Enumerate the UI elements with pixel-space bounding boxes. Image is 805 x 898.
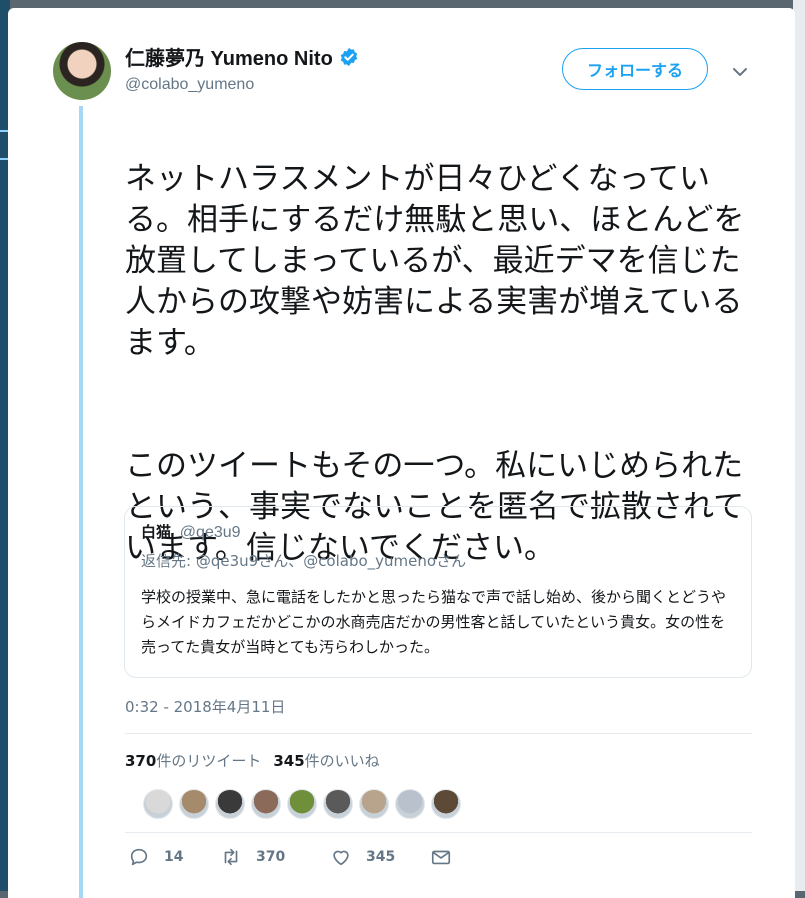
retweet-stat[interactable]: 370件のリツイート — [125, 750, 261, 771]
chevron-down-icon[interactable] — [730, 62, 750, 82]
retweet-count: 370 — [256, 849, 286, 865]
follow-button[interactable]: フォローする — [562, 48, 708, 90]
heart-icon — [333, 850, 349, 866]
liker-avatar[interactable] — [323, 789, 353, 819]
retweet-icon — [224, 848, 238, 866]
liker-avatar[interactable] — [287, 789, 317, 819]
tweet-card: 仁藤夢乃 Yumeno Nito @colabo_yumeno フォローする ネ… — [8, 8, 795, 898]
quoted-tweet[interactable]: 白猫 @qe3u9 返信先: @qe3u9さん、@colabo_yumenoさん… — [124, 506, 752, 678]
reply-button[interactable]: 14 — [128, 846, 220, 868]
author-avatar[interactable] — [53, 42, 111, 100]
like-button[interactable]: 345 — [330, 846, 430, 868]
liker-avatar[interactable] — [395, 789, 425, 819]
liker-avatar[interactable] — [251, 789, 281, 819]
quoted-tweet-text: 学校の授業中、急に電話をしたかと思ったら猫なで声で話し始め、後から聞くとどうやら… — [141, 588, 727, 656]
like-stat-label: 件のいいね — [304, 752, 380, 770]
reply-count: 14 — [164, 849, 184, 865]
quoted-author-name: 白猫 — [141, 523, 172, 541]
retweet-stat-count: 370 — [125, 752, 157, 770]
quoted-reply-to: 返信先: @qe3u9さん、@colabo_yumenoさん — [141, 550, 735, 571]
liker-avatar[interactable] — [359, 789, 389, 819]
quoted-tweet-header: 白猫 @qe3u9 — [141, 521, 735, 542]
thread-line — [79, 106, 83, 898]
liker-avatar[interactable] — [179, 789, 209, 819]
quoted-author-handle: @qe3u9 — [179, 524, 241, 541]
tweet-paragraph: ネットハラスメントが日々ひどくなっている。相手にするだけ無駄と思い、ほとんどを放… — [125, 161, 745, 361]
like-stat-count: 345 — [273, 752, 305, 770]
retweet-button[interactable]: 370 — [220, 846, 330, 868]
author-name-row[interactable]: 仁藤夢乃 Yumeno Nito — [125, 42, 359, 71]
author-handle[interactable]: @colabo_yumeno — [125, 76, 254, 94]
divider — [125, 733, 752, 734]
divider — [125, 832, 752, 833]
reply-to-targets: @qe3u9さん、@colabo_yumenoさん — [195, 552, 467, 570]
reply-icon — [130, 848, 148, 866]
tweet-actions: 14 370 345 — [128, 846, 466, 868]
liker-avatar[interactable] — [215, 789, 245, 819]
direct-message-button[interactable] — [430, 846, 466, 868]
tweet-stats: 370件のリツイート 345件のいいね — [125, 750, 380, 771]
liker-avatar[interactable] — [431, 789, 461, 819]
like-stat[interactable]: 345件のいいね — [273, 750, 379, 771]
verified-badge-icon — [340, 47, 358, 66]
reply-to-label: 返信先: — [141, 552, 192, 570]
tweet-timestamp[interactable]: 0:32 - 2018年4月11日 — [125, 696, 285, 717]
liker-avatars — [143, 789, 461, 819]
like-count: 345 — [366, 849, 396, 865]
liker-avatar[interactable] — [143, 789, 173, 819]
retweet-stat-label: 件のリツイート — [156, 752, 262, 770]
envelope-icon — [431, 850, 451, 865]
author-display-name[interactable]: 仁藤夢乃 Yumeno Nito — [125, 42, 333, 71]
